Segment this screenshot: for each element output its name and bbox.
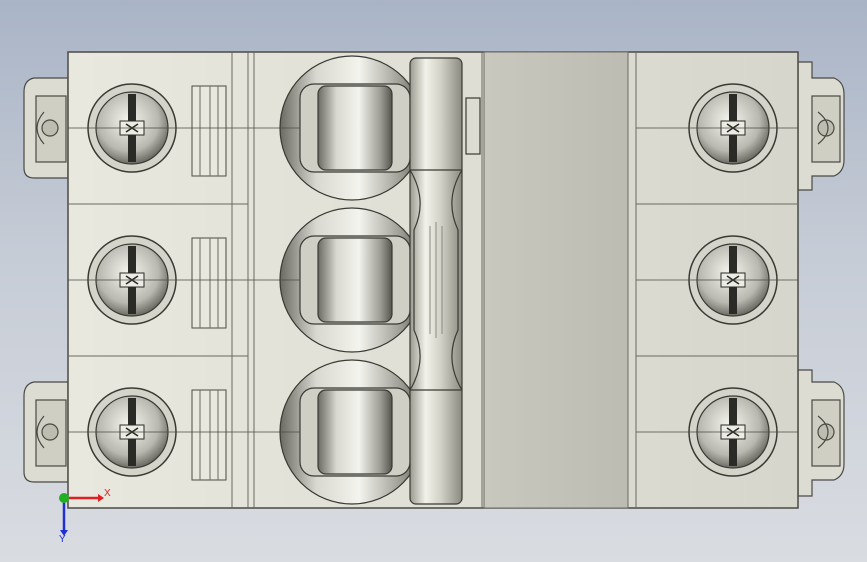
x-axis-label: X (104, 488, 111, 499)
right-clip-top (797, 61, 845, 191)
cad-viewport[interactable]: X Y (0, 0, 867, 562)
rocker-knob-3[interactable] (279, 359, 425, 505)
left-clip-bottom (23, 381, 69, 483)
right-clip-bottom (797, 369, 845, 497)
label-panel (483, 51, 629, 509)
rocker-knob-2[interactable] (279, 207, 425, 353)
rocker-knob-1[interactable] (279, 55, 425, 201)
indicator-windows (191, 85, 227, 481)
left-clip-top (23, 77, 69, 179)
y-axis-label: Y (59, 534, 66, 545)
